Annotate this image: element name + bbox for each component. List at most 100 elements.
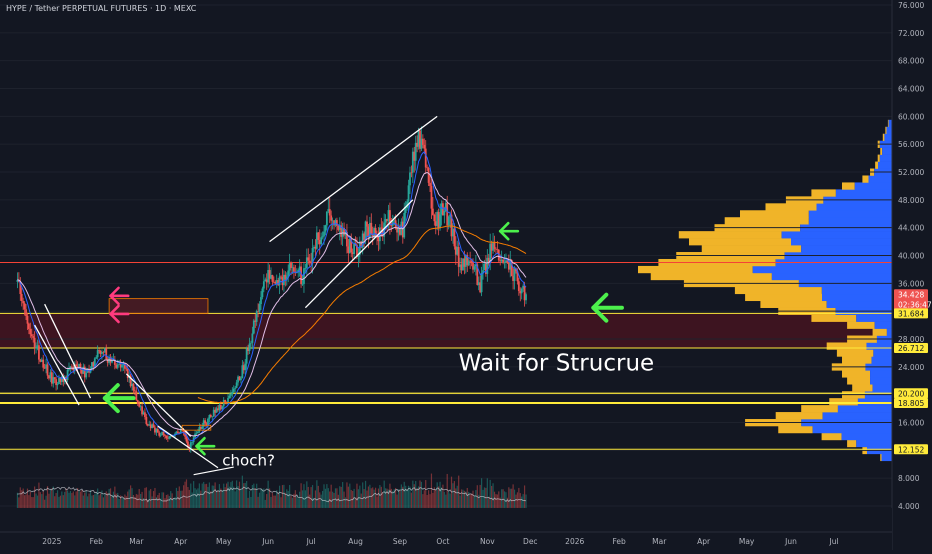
symbol-header[interactable]: HYPE / Tether PERPETUAL FUTURES · 1D · M…	[6, 4, 196, 13]
candle-body[interactable]	[293, 267, 295, 272]
candle-body[interactable]	[204, 420, 207, 424]
candle-body[interactable]	[211, 416, 214, 418]
candle-body[interactable]	[232, 388, 235, 392]
candle-body[interactable]	[424, 148, 427, 168]
candle-body[interactable]	[426, 167, 429, 169]
candle-body[interactable]	[439, 214, 441, 229]
candle-body[interactable]	[35, 347, 37, 349]
trendline[interactable]	[269, 115, 438, 243]
candle-body[interactable]	[240, 378, 242, 381]
candle-body[interactable]	[132, 383, 135, 391]
candle-body[interactable]	[301, 283, 304, 285]
price-axis[interactable]: 4.0008.00012.00016.00020.00024.00028.000…	[891, 0, 932, 550]
candle-body[interactable]	[433, 214, 436, 222]
candle-body[interactable]	[503, 262, 506, 263]
candle-body[interactable]	[27, 323, 30, 329]
candle-body[interactable]	[32, 336, 35, 338]
candle-body[interactable]	[229, 394, 232, 396]
candle-body[interactable]	[56, 384, 59, 386]
candle-body[interactable]	[447, 216, 450, 226]
candle-body[interactable]	[473, 266, 476, 270]
candle-body[interactable]	[191, 442, 194, 443]
candle-body[interactable]	[252, 320, 255, 334]
candle-body[interactable]	[42, 359, 45, 368]
candle-body[interactable]	[430, 186, 433, 209]
candle-body[interactable]	[453, 228, 456, 247]
drawings-layer[interactable]	[34, 115, 624, 476]
candle-body[interactable]	[201, 426, 204, 429]
candle-body[interactable]	[493, 242, 496, 249]
candle-body[interactable]	[251, 333, 254, 343]
candle-body[interactable]	[75, 364, 78, 367]
candle-body[interactable]	[250, 342, 252, 344]
chart-stage[interactable]: 4.0008.00012.00016.00020.00024.00028.000…	[0, 0, 932, 550]
candle-body[interactable]	[176, 431, 179, 434]
candle-body[interactable]	[421, 138, 424, 145]
candle-body[interactable]	[409, 172, 411, 186]
candle-body[interactable]	[323, 231, 325, 237]
candle-body[interactable]	[470, 261, 473, 264]
candle-body[interactable]	[23, 303, 26, 310]
candle-body[interactable]	[235, 382, 238, 388]
trendline[interactable]	[304, 199, 414, 309]
candle-body[interactable]	[231, 391, 234, 395]
candle-body[interactable]	[234, 387, 237, 389]
rectangle-drawing[interactable]	[108, 298, 209, 314]
candle-body[interactable]	[38, 345, 40, 360]
candle-body[interactable]	[366, 221, 368, 227]
candle-body[interactable]	[70, 366, 73, 368]
candle-body[interactable]	[325, 211, 328, 226]
candle-body[interactable]	[152, 424, 155, 428]
candle-body[interactable]	[145, 416, 148, 425]
candle-body[interactable]	[320, 237, 323, 245]
candle-body[interactable]	[262, 281, 265, 289]
candle-body[interactable]	[53, 377, 56, 380]
candle-body[interactable]	[304, 267, 307, 269]
candle-body[interactable]	[207, 418, 209, 425]
candle-body[interactable]	[480, 273, 483, 293]
candle-body[interactable]	[25, 309, 27, 317]
candle-body[interactable]	[380, 227, 383, 229]
candle-body[interactable]	[164, 435, 166, 437]
candle-body[interactable]	[105, 348, 108, 360]
candle-body[interactable]	[520, 288, 523, 294]
candle-body[interactable]	[467, 260, 470, 266]
candle-body[interactable]	[307, 257, 310, 261]
candle-body[interactable]	[330, 215, 333, 221]
candle-body[interactable]	[134, 390, 136, 392]
candle-body[interactable]	[121, 365, 123, 368]
candle-body[interactable]	[168, 436, 171, 439]
price-chart[interactable]: 4.0008.00012.00016.00020.00024.00028.000…	[0, 0, 932, 550]
candle-body[interactable]	[374, 228, 377, 237]
candle-body[interactable]	[443, 210, 446, 216]
candle-body[interactable]	[20, 294, 23, 302]
candle-body[interactable]	[33, 337, 36, 348]
candle-body[interactable]	[260, 297, 262, 305]
candle-body[interactable]	[96, 350, 99, 358]
candle-body[interactable]	[271, 275, 274, 282]
candle-body[interactable]	[317, 232, 320, 240]
candle-body[interactable]	[98, 350, 100, 351]
candle-body[interactable]	[111, 360, 113, 363]
candle-body[interactable]	[370, 222, 373, 234]
candle-body[interactable]	[95, 357, 98, 359]
candle-body[interactable]	[85, 372, 88, 378]
candle-body[interactable]	[221, 406, 224, 410]
candle-body[interactable]	[328, 209, 331, 216]
candle-body[interactable]	[46, 364, 49, 376]
candle-body[interactable]	[66, 369, 69, 380]
candle-body[interactable]	[457, 246, 460, 267]
candle-body[interactable]	[185, 436, 188, 442]
candle-body[interactable]	[517, 281, 520, 292]
candle-body[interactable]	[162, 431, 165, 436]
candle-body[interactable]	[469, 260, 472, 262]
candle-body[interactable]	[30, 334, 33, 337]
candle-body[interactable]	[29, 328, 32, 335]
candle-body[interactable]	[261, 288, 264, 298]
time-axis[interactable]: 2025 Feb Mar Apr May Jun Jul Aug Sep Oct Nov Dec 202…	[0, 508, 892, 550]
candle-body[interactable]	[255, 311, 258, 322]
candle-body[interactable]	[224, 400, 227, 403]
candle-body[interactable]	[22, 301, 25, 304]
candle-body[interactable]	[324, 225, 327, 232]
candle-body[interactable]	[431, 208, 434, 215]
